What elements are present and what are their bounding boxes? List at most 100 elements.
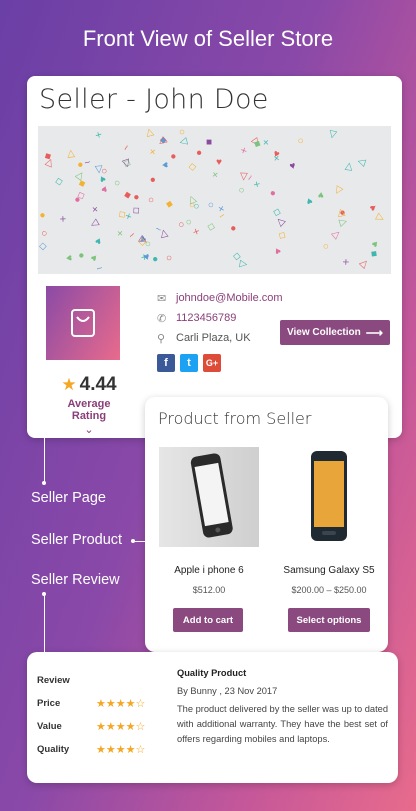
banner-pattern-shape: ● (38, 209, 48, 222)
product-price: $200.00 – $250.00 (291, 585, 367, 595)
banner-pattern-shape: ■ (206, 137, 213, 148)
criteria-label: Quality (37, 744, 70, 755)
banner-pattern-shape: ◇ (54, 175, 64, 188)
average-rating: ★ 4.44 Average Rating ⌄ (49, 374, 129, 436)
review-text: The product delivered by the seller was … (177, 704, 388, 744)
banner-pattern-shape: ● (131, 191, 142, 204)
banner-pattern-shape: ● (167, 150, 180, 162)
add-to-cart-button[interactable]: Add to cart (173, 608, 243, 632)
banner-pattern-shape: ♥ (369, 237, 382, 250)
review-card: Review Price ★★★★☆ Value ★★★★☆ Quality ★★★★… (27, 652, 398, 783)
seller-contact-info: ✉ johndoe@Mobile.com ✆ 1123456789 ⚲ Carli P… (157, 288, 283, 348)
banner-pattern-shape: × (238, 145, 251, 156)
page-title: Front View of Seller Store (82, 26, 334, 51)
facebook-icon[interactable]: f (157, 354, 175, 372)
banner-pattern-shape: ○ (235, 184, 247, 197)
banner-pattern-shape: ♥ (367, 201, 380, 213)
google-plus-icon[interactable]: G+ (203, 354, 221, 372)
banner-pattern-shape: ▽ (66, 147, 76, 160)
seller-name: Seller - John Doe (39, 84, 269, 115)
banner-pattern-shape: ♥ (158, 161, 171, 169)
seller-phone[interactable]: 1123456789 (176, 312, 236, 324)
seller-location: Carli Plaza, UK (176, 332, 251, 344)
banner-pattern-shape: ♥ (215, 156, 223, 169)
banner-pattern-shape: ○ (163, 254, 176, 262)
review-title: Quality Product (177, 668, 247, 678)
banner-pattern-shape: ▽ (354, 156, 368, 168)
product-name[interactable]: Apple i phone 6 (149, 565, 269, 576)
view-collection-button[interactable]: View Collection ⟶ (280, 320, 390, 345)
banner-pattern-shape: × (214, 204, 227, 213)
banner-pattern-shape: × (56, 212, 69, 225)
banner-pattern-shape: ○ (113, 177, 122, 190)
product-section-title: Product from Seller (158, 409, 312, 428)
banner-pattern-shape: ○ (145, 196, 158, 204)
banner-pattern-shape: ▽ (87, 217, 101, 230)
banner-pattern-shape: ▽ (373, 211, 388, 224)
rating-label: Average Rating (67, 398, 111, 422)
product-name[interactable]: Samsung Galaxy S5 (269, 565, 389, 576)
chevron-down-icon[interactable]: ⌄ (49, 423, 129, 436)
connector-line (44, 438, 45, 483)
star-rating-icon: ★★★★☆ (96, 698, 146, 710)
product-card: Product from Seller Apple i phone 6 $512… (145, 397, 388, 652)
samsung-phone-icon (311, 451, 347, 541)
select-options-button[interactable]: Select options (288, 608, 370, 632)
banner-pattern-shape: ~ (119, 142, 132, 153)
banner-pattern-shape: ■ (367, 250, 380, 258)
banner-pattern-shape: × (147, 148, 160, 156)
banner-pattern-shape: ● (75, 249, 88, 261)
product-image-iphone[interactable] (159, 447, 259, 547)
store-banner: ● ● × × △ ♥ ~ × ♥ ◇ ~ ○ ▽ ◇ ~ ▽ ● ♥ ○ ▽ △ △ × ○ ● ♥ △ ○ ● ■ ○ ■ ● ● ◇ ▽ ♥ ♥ ◇ ▽… (38, 126, 391, 274)
banner-pattern-shape: ○ (294, 134, 307, 147)
banner-pattern-shape: △ (327, 128, 338, 141)
banner-pattern-shape: ▽ (43, 155, 56, 170)
twitter-icon[interactable]: t (180, 354, 198, 372)
label-seller-review: Seller Review (31, 572, 120, 588)
banner-pattern-shape: ▽ (336, 206, 346, 219)
banner-pattern-shape: × (91, 202, 99, 215)
banner-pattern-shape: △ (144, 126, 155, 139)
banner-pattern-shape: ♥ (304, 194, 314, 207)
map-marker-icon: ⚲ (157, 332, 166, 345)
banner-pattern-shape: ▽ (336, 216, 350, 228)
banner-pattern-shape: △ (239, 170, 248, 183)
banner-pattern-shape: ◇ (205, 221, 218, 232)
banner-pattern-shape: △ (94, 163, 104, 176)
connector-line (44, 594, 45, 652)
review-meta: By Bunny , 23 Nov 2017 (177, 686, 278, 696)
banner-pattern-shape: ~ (94, 261, 104, 274)
envelope-icon: ✉ (157, 292, 167, 305)
banner-pattern-shape: ■ (164, 198, 176, 211)
banner-pattern-shape: ○ (38, 227, 51, 240)
banner-pattern-shape: ○ (188, 199, 196, 212)
product-price: $512.00 (192, 585, 226, 595)
banner-pattern-shape: ▽ (177, 136, 190, 148)
banner-pattern-shape: △ (344, 160, 354, 173)
review-header: Review (37, 675, 70, 686)
star-icon: ★ (61, 375, 77, 394)
rating-value: 4.44 (79, 374, 117, 395)
phone-icon: ✆ (157, 312, 167, 325)
view-collection-label: View Collection (287, 327, 361, 338)
iphone-icon (159, 447, 259, 547)
star-rating-icon: ★★★★☆ (96, 744, 146, 756)
label-seller-page: Seller Page (31, 490, 106, 506)
banner-pattern-shape: ◇ (276, 228, 289, 243)
banner-pattern-shape: ▽ (329, 227, 344, 241)
arrow-right-icon: ⟶ (365, 325, 383, 340)
banner-pattern-shape: △ (357, 256, 371, 271)
connector-dot (42, 481, 46, 485)
store-logo[interactable] (46, 286, 120, 360)
product-image-samsung[interactable] (278, 447, 378, 547)
banner-pattern-shape: ● (227, 223, 240, 233)
banner-pattern-shape: ◇ (232, 250, 242, 263)
banner-pattern-shape: × (251, 179, 264, 191)
banner-pattern-shape: × (262, 135, 269, 148)
seller-email[interactable]: johndoe@Mobile.com (176, 292, 283, 304)
shopping-bag-icon (71, 309, 95, 337)
banner-pattern-shape: ● (149, 255, 162, 264)
seller-card: Seller - John Doe ● ● × × △ ♥ ~ × ♥ ◇ ~ ○ ▽ ◇ ~ ▽ ● ♥ ○ ▽ △ △… (27, 76, 402, 438)
banner-pattern-shape: ♥ (271, 244, 283, 257)
banner-pattern-shape: ○ (319, 240, 332, 253)
